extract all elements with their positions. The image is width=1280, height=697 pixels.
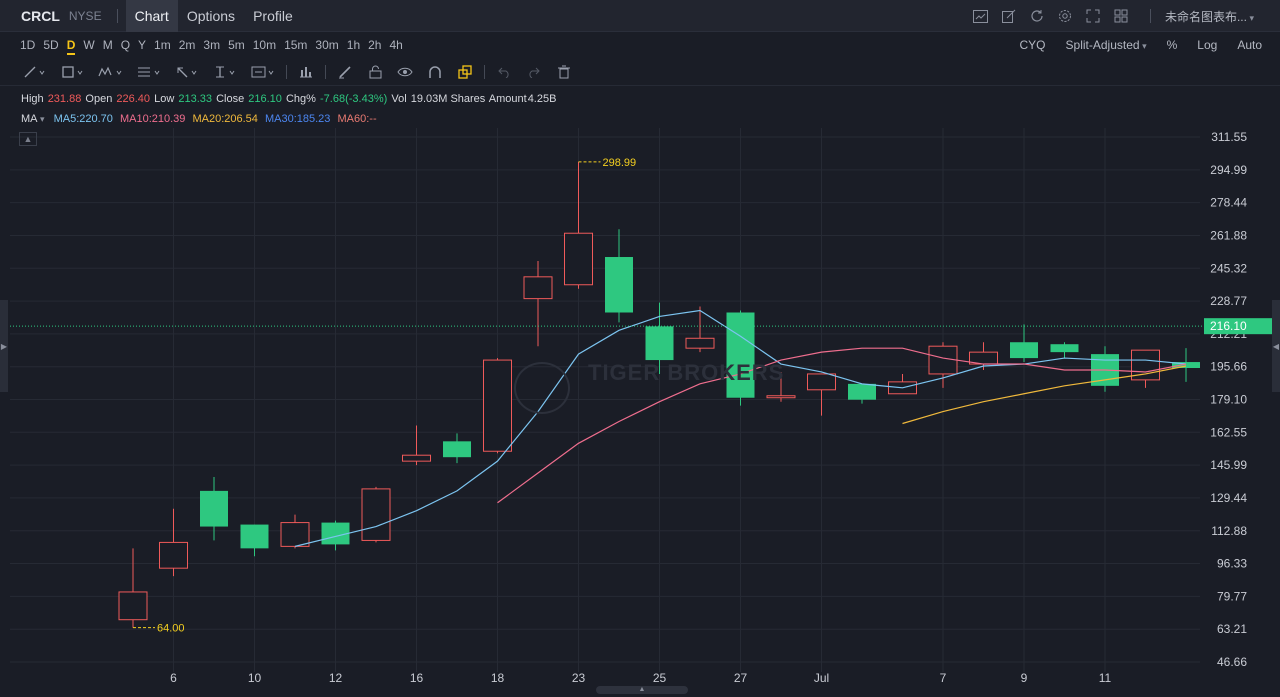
candle-body-up <box>564 232 593 286</box>
y-tick-label: 129.44 <box>1210 491 1247 505</box>
candle-body-up <box>118 591 148 621</box>
candle-body-down <box>605 257 633 313</box>
ma-legend: MA MA5:220.70 MA10:210.39 MA20:206.54 MA… <box>21 113 377 125</box>
y-tick-label: 261.88 <box>1210 228 1247 242</box>
candle-body-up <box>159 541 188 569</box>
x-tick-label: 6 <box>170 671 177 685</box>
vol-value: 19.03M Shares <box>410 93 486 105</box>
candle-body-down <box>848 383 876 400</box>
candle-body-down <box>645 326 674 361</box>
watermark-text: TIGER BROKERS <box>588 360 785 385</box>
y-tick-label: 63.21 <box>1217 622 1247 636</box>
candle-body-down <box>1010 342 1038 359</box>
left-panel-handle[interactable]: ▶ <box>0 300 8 392</box>
y-tick-label: 46.66 <box>1217 655 1247 669</box>
y-tick-label: 112.88 <box>1211 524 1247 538</box>
candle-body-up <box>685 337 715 349</box>
high-value: 231.88 <box>47 93 82 105</box>
watermark: TIGER BROKERS <box>514 360 785 414</box>
x-tick-label: 27 <box>734 671 748 685</box>
ma-line-ma20 <box>902 365 1187 425</box>
x-tick-label: 10 <box>248 671 262 685</box>
low-label: Low <box>154 93 175 105</box>
y-tick-label: 145.99 <box>1210 458 1247 472</box>
y-tick-label: 294.99 <box>1210 163 1247 177</box>
y-tick-label: 79.77 <box>1217 589 1247 603</box>
collapse-legend-button[interactable]: ▲ <box>19 132 37 146</box>
close-value: 216.10 <box>248 93 282 105</box>
y-tick-label: 278.44 <box>1210 196 1247 210</box>
open-label: Open <box>85 93 113 105</box>
high-label: High <box>21 93 44 105</box>
last-price-label: 216.10 <box>1210 319 1247 333</box>
candle-body-up <box>523 276 553 300</box>
vol-label: Vol <box>391 93 407 105</box>
candle-body-up <box>361 488 391 541</box>
candle-body-down <box>1050 344 1079 353</box>
open-value: 226.40 <box>116 93 151 105</box>
x-tick-label: 7 <box>940 671 947 685</box>
right-panel-handle[interactable]: ◀ <box>1272 300 1280 392</box>
x-tick-label: 11 <box>1099 671 1112 685</box>
x-tick-label: 18 <box>491 671 505 685</box>
ma-selector[interactable]: MA <box>21 113 45 125</box>
amount-value: 4.25B <box>527 93 557 105</box>
candle-body-down <box>200 490 228 527</box>
low-value: 213.33 <box>178 93 213 105</box>
amount-label: Amount <box>488 93 527 105</box>
chg-label: Chg% <box>285 93 316 105</box>
y-tick-label: 245.32 <box>1210 261 1247 275</box>
candle-body-down <box>443 441 471 458</box>
ma5-value: MA5:220.70 <box>53 113 113 125</box>
close-label: Close <box>216 93 245 105</box>
x-tick-label: 23 <box>572 671 586 685</box>
candle-body-down <box>240 524 269 549</box>
y-tick-label: 96.33 <box>1217 557 1247 571</box>
y-tick-label: 179.10 <box>1210 393 1247 407</box>
ma20-value: MA20:206.54 <box>192 113 258 125</box>
candle-body-up <box>766 395 796 399</box>
y-tick-label: 162.55 <box>1210 425 1247 439</box>
ma10-value: MA10:210.39 <box>119 113 186 125</box>
candle-body-up <box>280 522 310 547</box>
ma30-value: MA30:185.23 <box>264 113 331 125</box>
x-tick-label: 16 <box>410 671 424 685</box>
x-tick-label: 12 <box>329 671 343 685</box>
ma60-value: MA60:-- <box>337 113 377 125</box>
ohlc-info: High 231.88 Open 226.40 Low 213.33 Close… <box>21 93 557 105</box>
x-tick-label: 25 <box>653 671 667 685</box>
y-tick-label: 195.66 <box>1210 360 1247 374</box>
timeline-scrollbar[interactable]: ▲ <box>596 686 688 694</box>
annotation-low-label: 64.00 <box>157 623 185 635</box>
y-tick-label: 311.55 <box>1211 130 1247 144</box>
x-tick-label: Jul <box>814 671 829 685</box>
watermark-logo <box>514 362 570 414</box>
candle-body-up <box>402 454 431 462</box>
candle-body-up <box>483 359 512 452</box>
y-tick-label: 228.77 <box>1210 294 1247 308</box>
candle-body-up <box>807 373 836 391</box>
x-tick-label: 9 <box>1021 671 1028 685</box>
chg-value: -7.68(-3.43%) <box>320 93 388 105</box>
annotation-high-label: 298.99 <box>603 157 637 169</box>
